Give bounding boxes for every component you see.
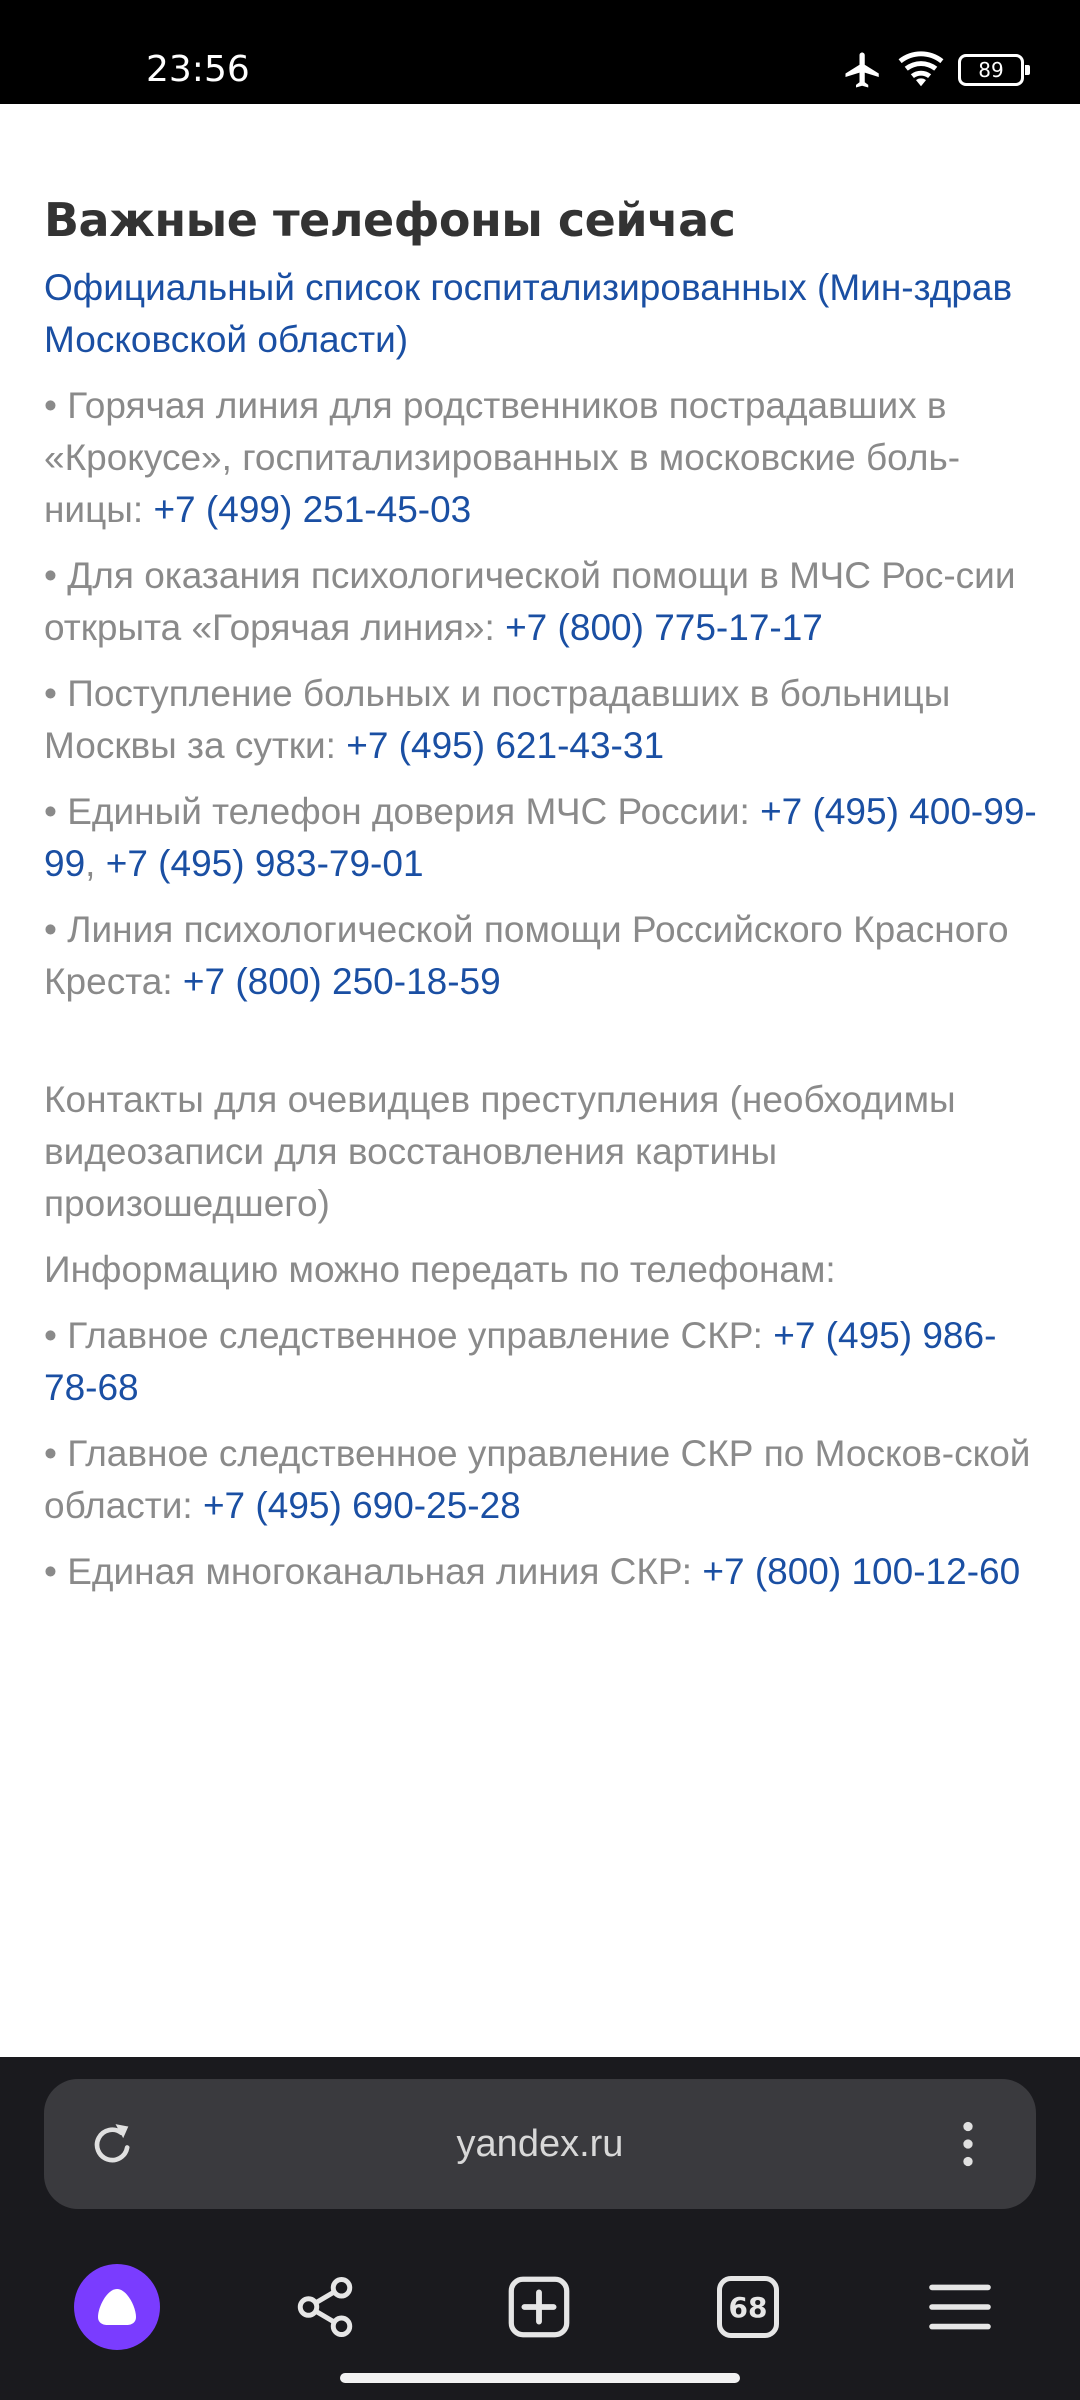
list-item-text: • Единая многоканальная линия СКР: [44, 1551, 703, 1592]
battery-level: 89 [978, 58, 1004, 82]
list-item-text: • Единый телефон доверия МЧС России: [44, 791, 761, 832]
url-text[interactable]: yandex.ru [44, 2117, 1036, 2171]
phone-link[interactable]: +7 (499) 251-45-03 [153, 489, 471, 530]
phone-link[interactable]: +7 (800) 100-12-60 [702, 1551, 1020, 1592]
list-item: • Поступление больных и пострадавших в б… [44, 668, 1044, 772]
phone-link[interactable]: +7 (495) 690-25-28 [203, 1485, 521, 1526]
alice-button[interactable] [57, 2247, 177, 2367]
list-item: • Главное следственное управление СКР: +… [44, 1310, 1044, 1414]
tabs-count: 68 [728, 2290, 768, 2324]
page-title: Важные телефоны сейчас [44, 193, 736, 247]
bottom-nav: 68 [0, 2247, 1080, 2367]
phone-link[interactable]: +7 (495) 983-79-01 [106, 843, 424, 884]
new-tab-icon [508, 2276, 570, 2338]
witness-intro: Контакты для очевидцев преступления (нео… [44, 1079, 956, 1224]
tabs-button[interactable]: 68 [688, 2247, 808, 2367]
list-item-text: • Главное следственное управление СКР по… [44, 1433, 1031, 1526]
separator: , [85, 843, 106, 884]
address-bar[interactable]: yandex.ru [44, 2079, 1036, 2209]
official-list-link[interactable]: Официальный список госпитализированных (… [44, 262, 1044, 366]
browser-bottom-bar: yandex.ru 68 [0, 2057, 1080, 2400]
witness-prompt: Информацию можно передать по телефонам: [44, 1249, 836, 1290]
share-icon [297, 2277, 353, 2337]
list-item: • Горячая линия для родственников постра… [44, 380, 1044, 536]
share-button[interactable] [265, 2247, 385, 2367]
more-options-icon[interactable] [940, 2116, 996, 2172]
new-tab-button[interactable] [479, 2247, 599, 2367]
airplane-icon [845, 52, 879, 88]
list-item: • Для оказания психологической помощи в … [44, 550, 1044, 654]
tabs-icon: 68 [717, 2276, 779, 2338]
status-bar: 23:56 89 [0, 0, 1080, 104]
list-item: • Единый телефон доверия МЧС России: +7 … [44, 786, 1044, 890]
status-icons: 89 [842, 46, 1030, 94]
status-time: 23:56 [146, 49, 250, 90]
alice-icon [74, 2264, 160, 2350]
battery-icon: 89 [958, 54, 1030, 86]
article-content: Важные телефоны сейчас Официальный списо… [44, 180, 1044, 1612]
phone-link[interactable]: +7 (800) 250-18-59 [183, 961, 501, 1002]
list-item: • Главное следственное управление СКР по… [44, 1428, 1044, 1532]
menu-icon [929, 2284, 991, 2330]
list-item-text: • Главное следственное управление СКР: [44, 1315, 774, 1356]
menu-button[interactable] [900, 2247, 1020, 2367]
list-item: • Линия психологической помощи Российско… [44, 904, 1044, 1008]
phone-link[interactable]: +7 (495) 621-43-31 [346, 725, 664, 766]
home-indicator[interactable] [340, 2373, 740, 2383]
list-item: • Единая многоканальная линия СКР: +7 (8… [44, 1546, 1044, 1598]
phone-link[interactable]: +7 (800) 775-17-17 [505, 607, 823, 648]
wifi-icon [898, 51, 944, 87]
